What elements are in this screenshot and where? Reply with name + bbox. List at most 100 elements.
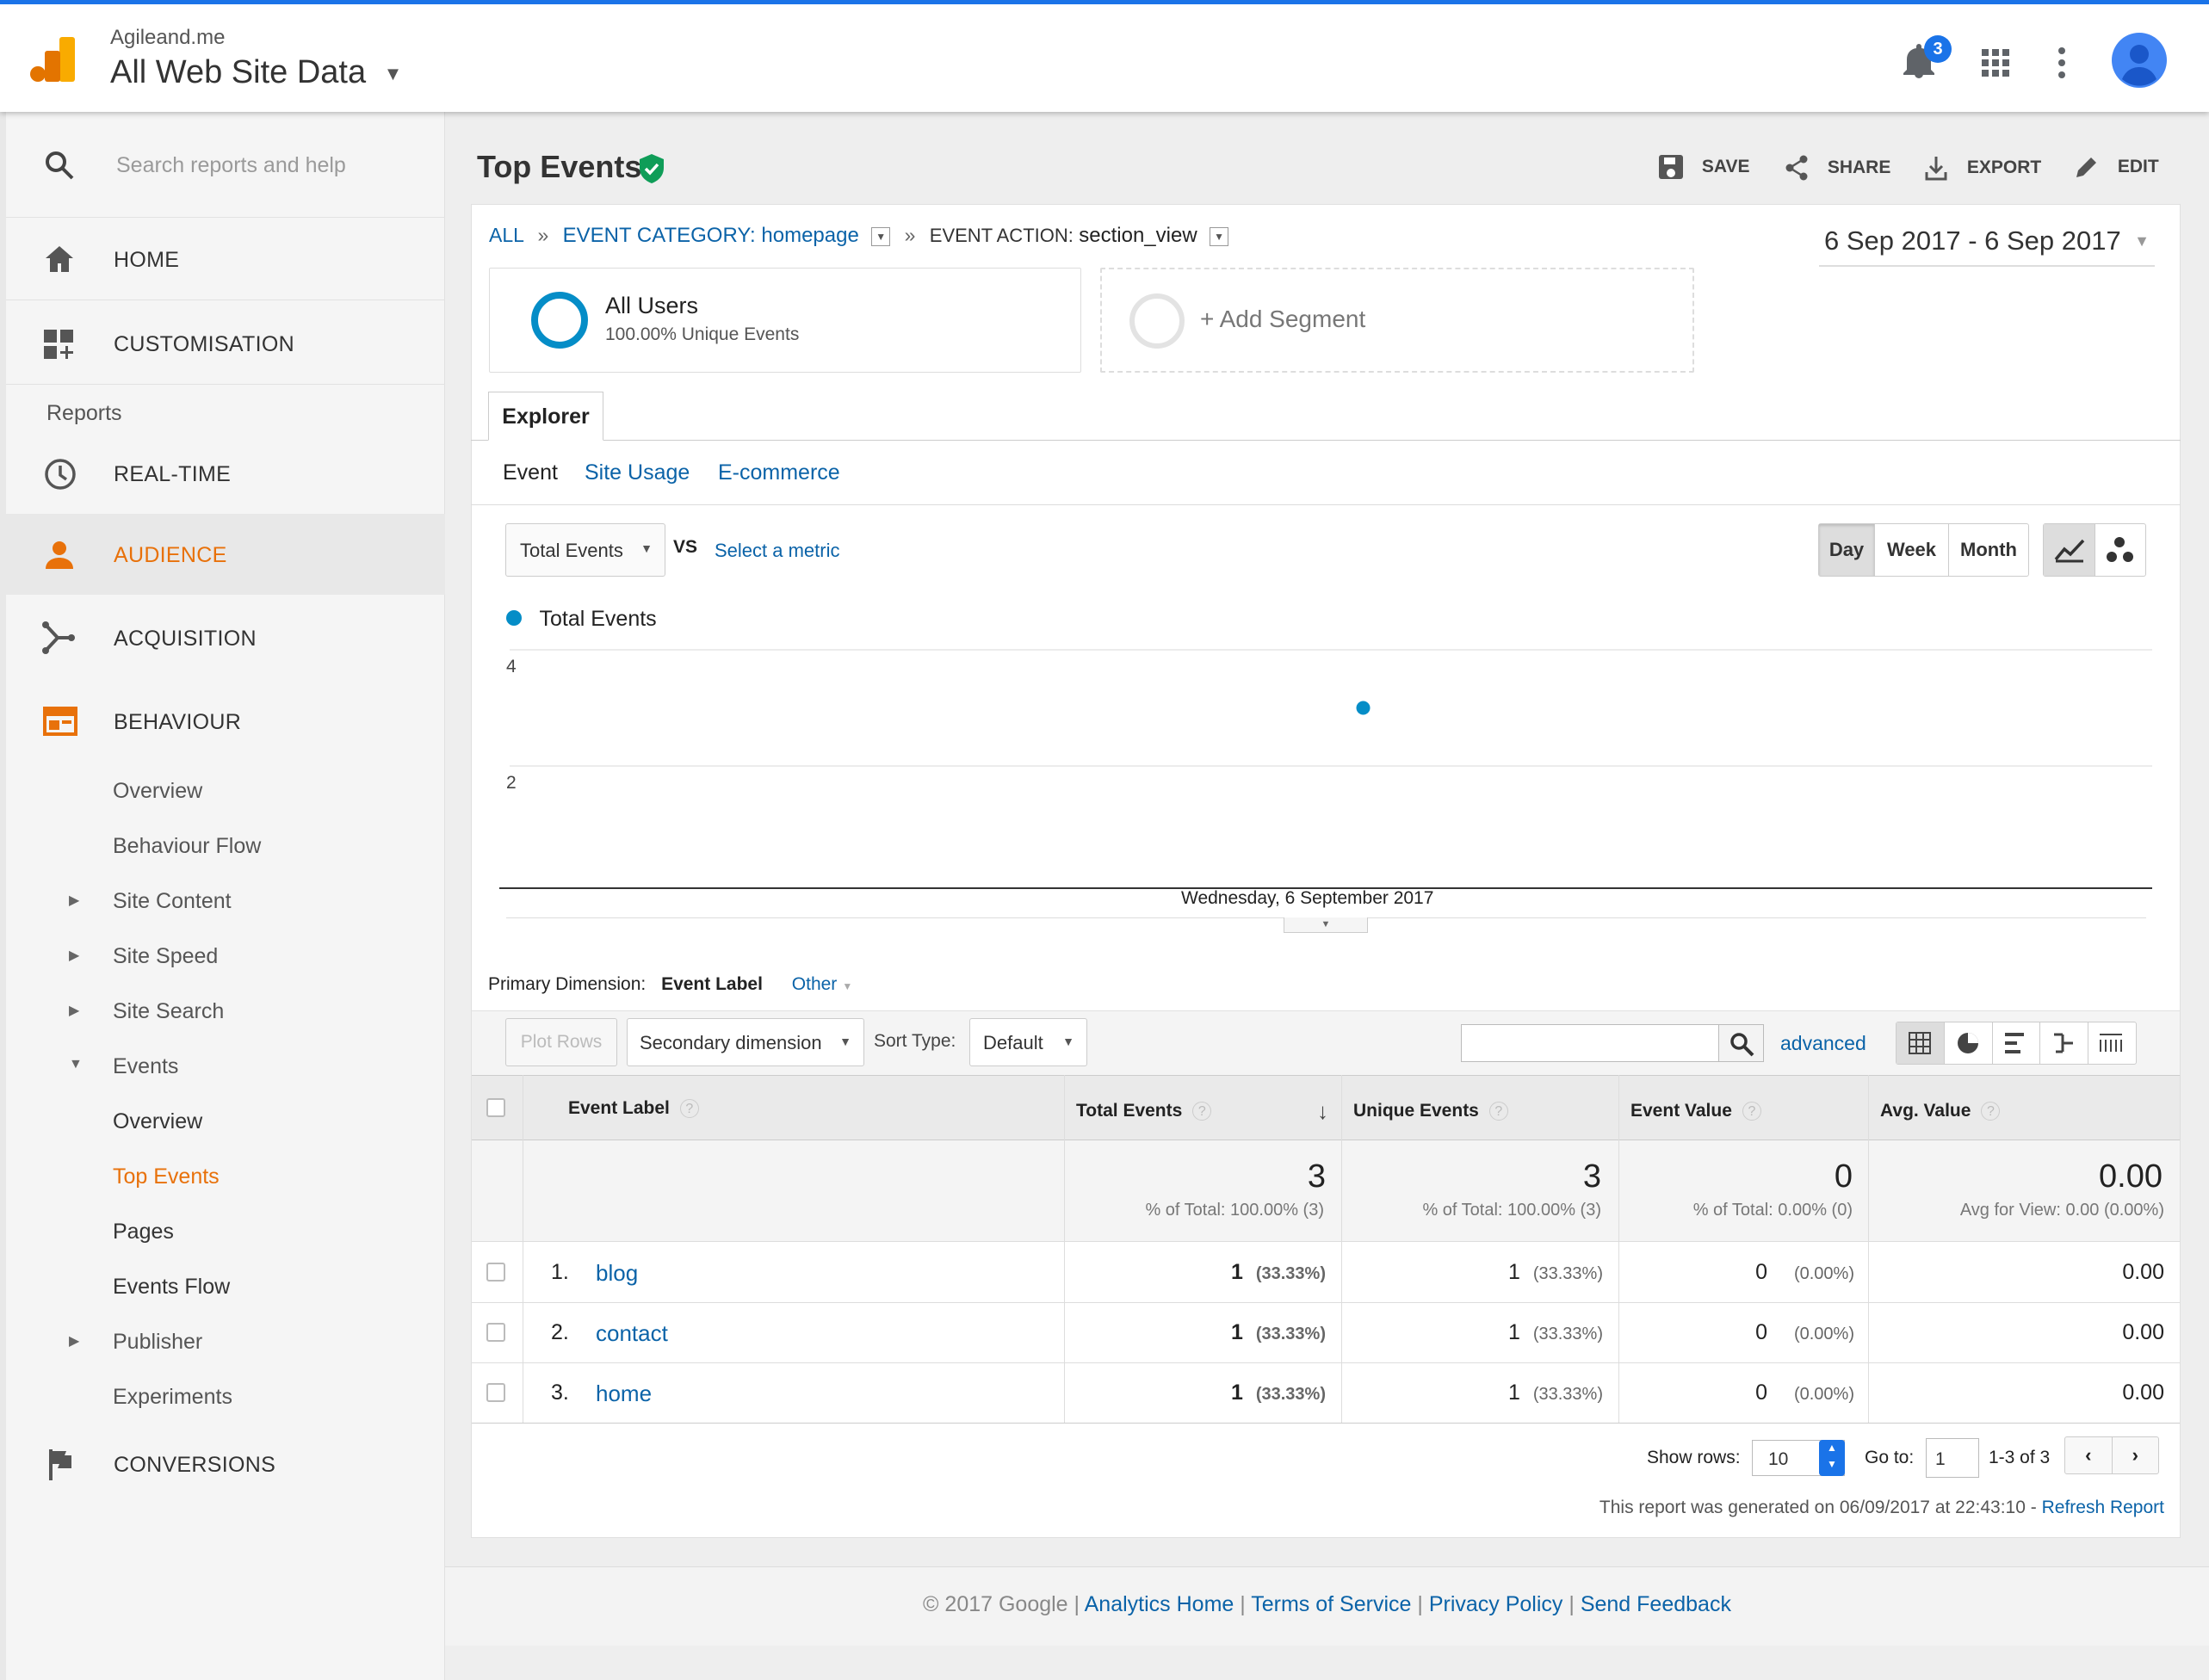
- period-week-button[interactable]: Week: [1875, 524, 1949, 576]
- help-icon[interactable]: ?: [1981, 1102, 2001, 1121]
- prev-page-icon[interactable]: ‹: [2065, 1437, 2113, 1473]
- nav-pages[interactable]: Pages: [113, 1220, 174, 1245]
- sort-descending-icon[interactable]: ↓: [1317, 1098, 1328, 1125]
- analytics-logo-icon[interactable]: [30, 37, 75, 82]
- subtab-event[interactable]: Event: [503, 460, 558, 485]
- nav-site-content[interactable]: Site Content: [113, 889, 232, 914]
- sort-type-dropdown[interactable]: Default ▼: [969, 1018, 1087, 1066]
- bar-chart-icon[interactable]: [1993, 1022, 2041, 1064]
- category-dropdown-icon[interactable]: ▼: [871, 226, 891, 246]
- select-metric-link[interactable]: Select a metric: [715, 540, 840, 562]
- advanced-filter-link[interactable]: advanced: [1780, 1032, 1866, 1055]
- nav-audience[interactable]: AUDIENCE: [114, 543, 227, 568]
- help-icon[interactable]: ?: [1192, 1102, 1212, 1121]
- nav-behaviour-flow[interactable]: Behaviour Flow: [113, 834, 261, 859]
- nav-customisation[interactable]: CUSTOMISATION: [114, 332, 294, 357]
- search-icon[interactable]: [1719, 1024, 1764, 1062]
- goto-input[interactable]: 1: [1926, 1438, 1979, 1478]
- nav-experiments[interactable]: Experiments: [113, 1385, 232, 1410]
- row-label-link[interactable]: blog: [596, 1260, 638, 1287]
- account-name[interactable]: Agileand.me: [110, 26, 225, 50]
- nav-behaviour[interactable]: BEHAVIOUR: [114, 710, 241, 735]
- header-unique-events[interactable]: Unique Events?: [1353, 1101, 1508, 1121]
- breadcrumb-event-category[interactable]: EVENT CATEGORY: homepage: [563, 224, 859, 247]
- tab-explorer[interactable]: Explorer: [488, 392, 603, 441]
- row-checkbox[interactable]: [486, 1263, 505, 1282]
- next-page-icon[interactable]: ›: [2113, 1437, 2159, 1473]
- collapse-arrow-icon[interactable]: ▼: [69, 1057, 83, 1072]
- apps-grid-icon[interactable]: [1982, 49, 2009, 77]
- person-icon: [46, 540, 73, 569]
- expand-arrow-icon[interactable]: ▶: [69, 1332, 79, 1350]
- nav-home[interactable]: HOME: [114, 248, 179, 273]
- period-month-button[interactable]: Month: [1949, 524, 2028, 576]
- breadcrumb-all[interactable]: ALL: [489, 224, 523, 246]
- notification-badge: 3: [1924, 35, 1952, 63]
- export-button[interactable]: EXPORT: [1924, 155, 2041, 184]
- search-icon[interactable]: [44, 150, 75, 181]
- subtab-site-usage[interactable]: Site Usage: [585, 460, 690, 485]
- primary-dimension-value[interactable]: Event Label: [661, 974, 763, 994]
- expand-arrow-icon[interactable]: ▶: [69, 947, 79, 964]
- other-dimension-dropdown[interactable]: Other ▼: [792, 974, 852, 994]
- expand-arrow-icon[interactable]: ▶: [69, 1002, 79, 1019]
- nav-behaviour-overview[interactable]: Overview: [113, 779, 202, 804]
- date-range-picker[interactable]: 6 Sep 2017 - 6 Sep 2017 ▼: [1819, 225, 2155, 267]
- header-total-events[interactable]: Total Events?: [1076, 1101, 1212, 1121]
- pivot-icon[interactable]: [2088, 1022, 2136, 1064]
- comparison-icon[interactable]: [2040, 1022, 2089, 1064]
- data-point[interactable]: [1356, 701, 1371, 715]
- nav-conversions[interactable]: CONVERSIONS: [114, 1453, 275, 1478]
- add-segment[interactable]: + Add Segment: [1100, 268, 1694, 373]
- period-day-button[interactable]: Day: [1819, 524, 1875, 576]
- footer-send-feedback[interactable]: Send Feedback: [1581, 1592, 1731, 1616]
- show-rows-label: Show rows:: [1647, 1448, 1741, 1467]
- show-rows-select[interactable]: 10 ▲ ▼: [1752, 1440, 1845, 1476]
- data-table-icon[interactable]: [1897, 1022, 1945, 1064]
- select-all-checkbox[interactable]: [486, 1098, 505, 1117]
- nav-acquisition[interactable]: ACQUISITION: [114, 627, 257, 652]
- footer-terms[interactable]: Terms of Service: [1251, 1592, 1411, 1616]
- header-event-label[interactable]: Event Label?: [568, 1098, 699, 1119]
- share-button[interactable]: SHARE: [1785, 155, 1890, 184]
- property-selector[interactable]: All Web Site Data ▼: [110, 54, 402, 91]
- header-avg-value[interactable]: Avg. Value?: [1880, 1101, 2001, 1121]
- nav-top-events[interactable]: Top Events: [113, 1164, 220, 1189]
- footer-privacy[interactable]: Privacy Policy: [1429, 1592, 1563, 1616]
- motion-chart-icon[interactable]: [2095, 524, 2145, 576]
- refresh-report-link[interactable]: Refresh Report: [2042, 1498, 2164, 1517]
- row-checkbox[interactable]: [486, 1323, 505, 1342]
- header-event-value[interactable]: Event Value?: [1630, 1101, 1761, 1121]
- nav-site-search[interactable]: Site Search: [113, 999, 224, 1024]
- row-label-link[interactable]: home: [596, 1380, 652, 1407]
- chart-collapse-handle[interactable]: ▼: [1284, 917, 1368, 933]
- nav-realtime[interactable]: REAL-TIME: [114, 462, 231, 487]
- help-icon[interactable]: ?: [1742, 1102, 1761, 1121]
- pie-chart-icon[interactable]: [1945, 1022, 1993, 1064]
- subtab-ecommerce[interactable]: E-commerce: [718, 460, 840, 485]
- plot-rows-button[interactable]: Plot Rows: [505, 1018, 617, 1066]
- nav-events-overview[interactable]: Overview: [113, 1109, 202, 1134]
- help-icon[interactable]: ?: [679, 1099, 699, 1119]
- metric-selector[interactable]: Total Events ▼: [505, 523, 665, 577]
- search-input[interactable]: Search reports and help: [116, 153, 346, 178]
- action-dropdown-icon[interactable]: ▼: [1210, 226, 1229, 246]
- nav-publisher[interactable]: Publisher: [113, 1330, 202, 1355]
- row-checkbox[interactable]: [486, 1383, 505, 1402]
- nav-site-speed[interactable]: Site Speed: [113, 944, 218, 969]
- expand-arrow-icon[interactable]: ▶: [69, 892, 79, 909]
- table-search-input[interactable]: [1461, 1024, 1719, 1062]
- line-chart-icon[interactable]: [2044, 524, 2095, 576]
- footer-analytics-home[interactable]: Analytics Home: [1085, 1592, 1234, 1616]
- row-label-link[interactable]: contact: [596, 1320, 668, 1347]
- help-icon[interactable]: ?: [1488, 1102, 1508, 1121]
- segment-all-users[interactable]: All Users 100.00% Unique Events: [489, 268, 1081, 373]
- save-button[interactable]: SAVE: [1659, 155, 1749, 184]
- avatar-icon[interactable]: [2112, 33, 2167, 88]
- nav-events-flow[interactable]: Events Flow: [113, 1275, 230, 1300]
- more-vert-icon[interactable]: [2057, 47, 2066, 78]
- secondary-dimension-dropdown[interactable]: Secondary dimension ▼: [627, 1018, 864, 1066]
- caret-down-icon: ▼: [2134, 232, 2150, 250]
- edit-button[interactable]: EDIT: [2075, 155, 2159, 184]
- nav-events[interactable]: Events: [113, 1054, 178, 1079]
